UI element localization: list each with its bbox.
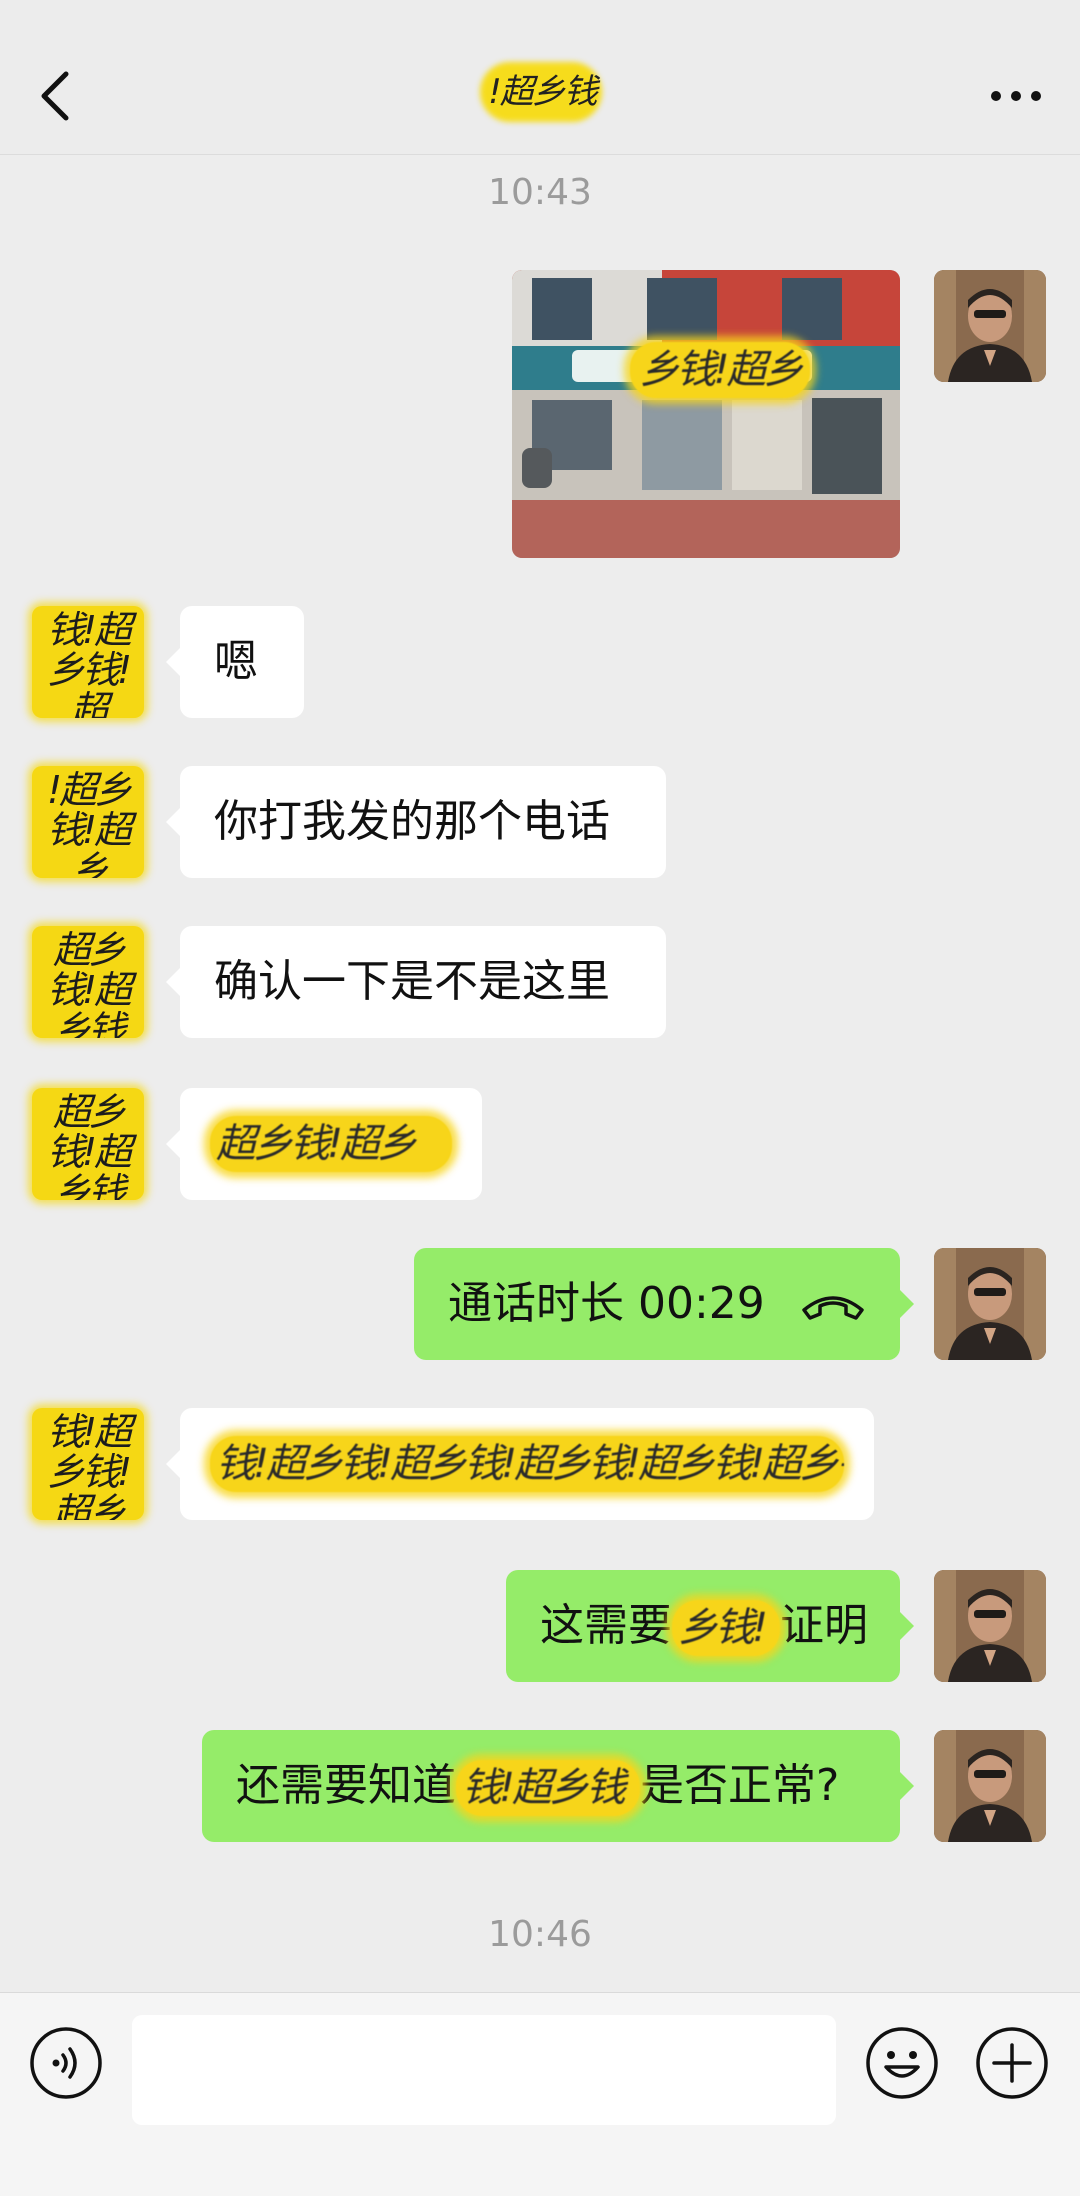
avatar-contact[interactable]: 超乡钱!超乡钱 xyxy=(32,1088,144,1200)
avatar-contact[interactable]: !超乡钱!超乡 xyxy=(32,766,144,878)
message-bubble[interactable]: 这需要 乡钱! 证明 xyxy=(506,1570,914,1682)
timestamp: 10:46 xyxy=(488,1914,592,1955)
chat-header: !超乡钱 xyxy=(0,0,1080,155)
call-record-bubble[interactable]: 通话时长 00:29 xyxy=(414,1248,914,1360)
message-bubble[interactable]: 还需要知道 钱!超乡钱 是否正常? xyxy=(202,1730,914,1842)
masked-text: 超乡钱!超乡 xyxy=(210,1116,452,1172)
masked-text: 乡钱! xyxy=(672,1600,780,1656)
message-text-prefix: 这需要 xyxy=(540,1600,672,1651)
phone-hangup-icon xyxy=(802,1296,864,1320)
sign-mask: 乡钱!超乡 xyxy=(630,342,810,398)
message-text-prefix: 还需要知道 xyxy=(236,1760,456,1811)
avatar-me[interactable] xyxy=(934,270,1046,382)
masked-text: 钱!超乡钱!超乡钱!超乡钱!超乡钱!超乡钱!超 xyxy=(210,1436,844,1492)
voice-icon[interactable] xyxy=(28,2025,104,2101)
avatar-me[interactable] xyxy=(934,1730,1046,1842)
message-bubble[interactable]: 确认一下是不是这里 xyxy=(166,926,666,1038)
chevron-left-icon[interactable] xyxy=(36,68,76,124)
message-text: 确认一下是不是这里 xyxy=(214,956,610,1007)
message-text-suffix: 是否正常? xyxy=(640,1760,840,1811)
message-text-suffix: 证明 xyxy=(780,1600,868,1651)
message-bubble[interactable]: 超乡钱!超乡 xyxy=(166,1088,482,1200)
message-bubble[interactable]: 你打我发的那个电话 xyxy=(166,766,666,878)
message-text: 嗯 xyxy=(214,636,258,687)
avatar-contact[interactable]: 超乡钱!超乡钱 xyxy=(32,926,144,1038)
call-duration-text: 通话时长 00:29 xyxy=(448,1278,765,1329)
message-text: 你打我发的那个电话 xyxy=(214,796,610,847)
message-input[interactable] xyxy=(132,2015,836,2125)
avatar-me[interactable] xyxy=(934,1248,1046,1360)
chat-title: !超乡钱 xyxy=(488,72,598,112)
masked-text: 钱!超乡钱 xyxy=(456,1760,640,1816)
more-icon[interactable] xyxy=(988,84,1044,108)
timestamp: 10:43 xyxy=(488,172,592,213)
message-bubble[interactable]: 钱!超乡钱!超乡钱!超乡钱!超乡钱!超乡钱!超 xyxy=(166,1408,874,1520)
plus-icon[interactable] xyxy=(974,2025,1050,2101)
emoji-icon[interactable] xyxy=(864,2025,940,2101)
photo-message[interactable] xyxy=(512,270,900,558)
avatar-contact[interactable]: 钱!超乡钱!超乡 xyxy=(32,1408,144,1520)
message-bubble[interactable]: 嗯 xyxy=(166,606,304,718)
storefront-photo xyxy=(512,270,900,558)
avatar-me[interactable] xyxy=(934,1570,1046,1682)
input-bar xyxy=(0,1992,1080,2196)
avatar-contact[interactable]: 钱!超乡钱!超 xyxy=(32,606,144,718)
